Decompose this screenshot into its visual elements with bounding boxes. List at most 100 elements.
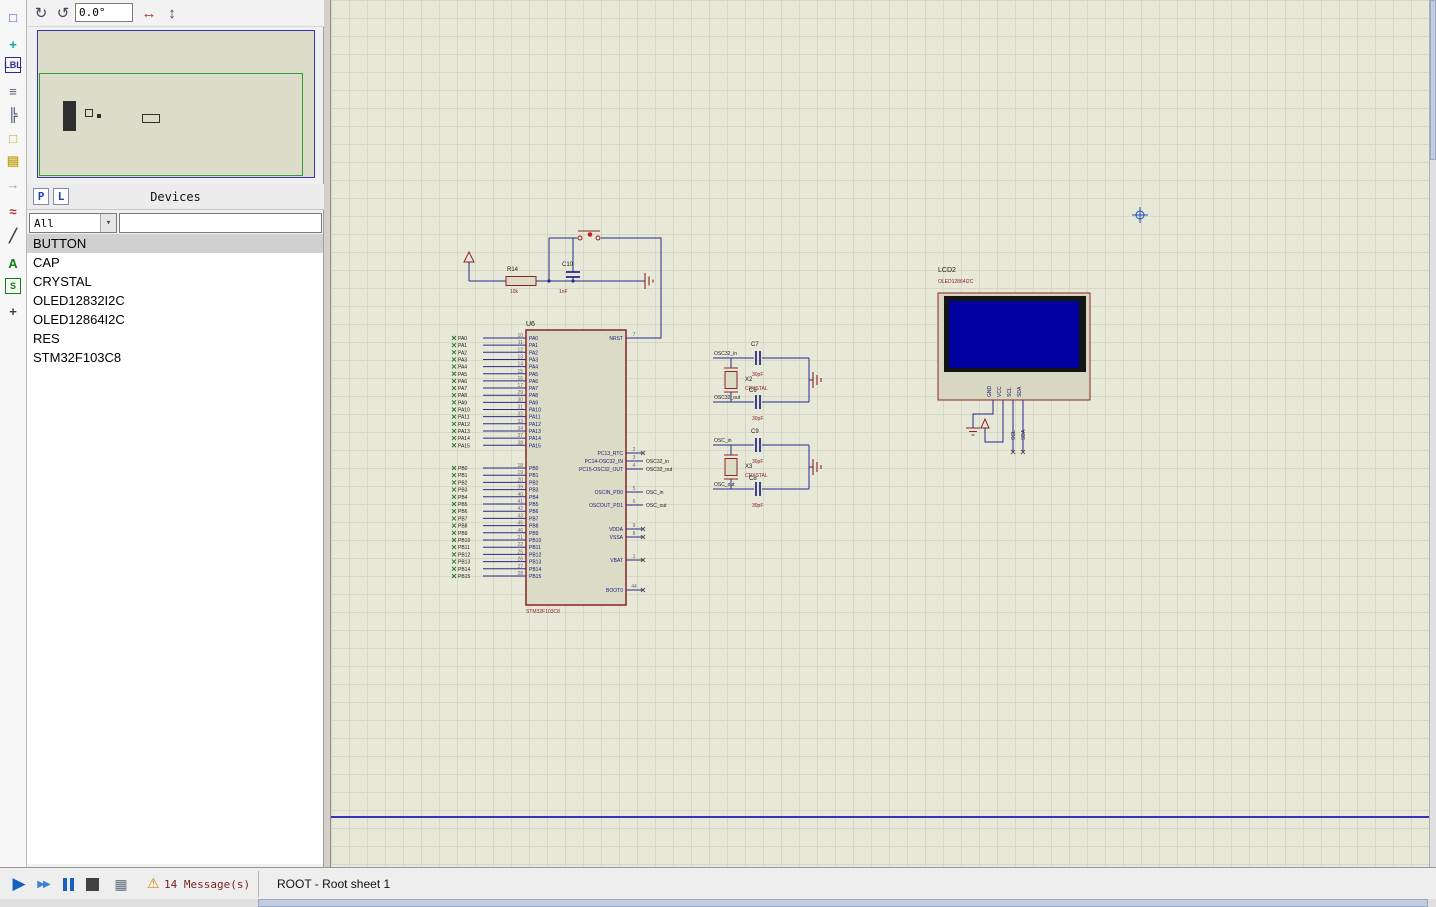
button-indicator-dot[interactable] bbox=[587, 232, 593, 237]
symbol-tool[interactable]: S bbox=[5, 278, 21, 294]
svg-text:PB15: PB15 bbox=[529, 574, 541, 580]
crystal-x2[interactable] bbox=[724, 371, 738, 389]
netlist-viewer-button[interactable]: ▦ bbox=[110, 873, 132, 895]
mcu-u6[interactable]: U6 STM32F103C8 PA0 10 PA0PA1 11 PA1PA2 12 PA2P… bbox=[451, 321, 673, 615]
crystal-x3-circuit[interactable]: OSC_in C9 30pF OSC_out C8 30pF X3 CRYSTA… bbox=[713, 429, 822, 509]
device-list-item[interactable]: OLED12864I2C bbox=[27, 310, 323, 329]
power-terminal-icon bbox=[463, 250, 475, 263]
svg-text:BOOT0: BOOT0 bbox=[606, 588, 623, 594]
crystal-x2-circuit[interactable]: OSC32_in C7 30pF OSC32_out C6 30pF X2 CR… bbox=[713, 342, 822, 422]
crystal-ref-label: X2 bbox=[745, 377, 753, 383]
svg-text:42: 42 bbox=[517, 506, 523, 512]
svg-text:PA1: PA1 bbox=[529, 343, 538, 349]
svg-text:PB3: PB3 bbox=[458, 488, 468, 494]
device-list-item[interactable]: BUTTON bbox=[27, 234, 323, 253]
wire-label-tool[interactable]: LBL bbox=[4, 57, 22, 73]
svg-text:9: 9 bbox=[633, 523, 636, 529]
device-filter-input[interactable] bbox=[119, 213, 322, 233]
netlist-icon: ▦ bbox=[114, 875, 128, 892]
graph-tool[interactable]: ≈ bbox=[2, 200, 24, 222]
message-count-label[interactable]: 14 Message(s) bbox=[164, 878, 250, 891]
svg-text:PB12: PB12 bbox=[458, 552, 470, 558]
pause-button[interactable] bbox=[57, 873, 79, 895]
mirror-horizontal-button[interactable]: ↔ bbox=[139, 3, 159, 23]
svg-text:25: 25 bbox=[517, 549, 523, 555]
device-list-item[interactable]: OLED12832I2C bbox=[27, 291, 323, 310]
net-label: OSC_out bbox=[714, 482, 735, 488]
lcd-ref-label: LCD2 bbox=[938, 267, 956, 274]
svg-text:PB14: PB14 bbox=[458, 567, 470, 573]
svg-text:14: 14 bbox=[517, 362, 523, 368]
edit-window-tool[interactable]: □ bbox=[2, 6, 24, 28]
svg-text:PA1: PA1 bbox=[458, 343, 467, 349]
play-button[interactable]: ▶ bbox=[8, 873, 30, 895]
device-list-item[interactable]: CRYSTAL bbox=[27, 272, 323, 291]
overview-part-mark bbox=[97, 114, 101, 118]
svg-text:33: 33 bbox=[517, 419, 523, 425]
svg-text:PA0: PA0 bbox=[529, 336, 538, 342]
resistor-r14[interactable] bbox=[505, 276, 537, 286]
svg-text:PB13: PB13 bbox=[458, 560, 470, 566]
svg-text:PA11: PA11 bbox=[529, 415, 541, 421]
step-button[interactable]: ▶▶ bbox=[32, 873, 54, 895]
crystal-x3[interactable] bbox=[724, 458, 738, 476]
svg-text:46: 46 bbox=[517, 528, 523, 534]
rotation-angle-input[interactable] bbox=[75, 3, 133, 22]
devices-header: P L Devices bbox=[27, 184, 324, 210]
vertical-scrollbar[interactable] bbox=[1429, 0, 1436, 867]
svg-text:11: 11 bbox=[518, 340, 523, 346]
svg-text:PA2: PA2 bbox=[458, 350, 467, 356]
resistor-value-label: 10k bbox=[510, 289, 519, 295]
terminal-tool[interactable]: ▤ bbox=[2, 150, 24, 172]
device-list-item[interactable]: STM32F103C8 bbox=[27, 348, 323, 367]
reset-circuit[interactable]: R14 10k C10 1nF bbox=[463, 230, 662, 339]
library-button[interactable]: L bbox=[53, 188, 69, 205]
stop-button[interactable] bbox=[81, 873, 103, 895]
cap-value-label: 30pF bbox=[752, 416, 763, 422]
device-list-item[interactable]: CAP bbox=[27, 253, 323, 272]
net-label: OSC32_in bbox=[714, 351, 737, 357]
pick-devices-button[interactable]: P bbox=[33, 188, 49, 205]
lcd2-oled[interactable]: LCD2 OLED12864I2C GND VCC SCL SDA SCL SDA bbox=[937, 267, 1091, 455]
svg-text:20: 20 bbox=[517, 477, 523, 483]
svg-text:PB10: PB10 bbox=[529, 538, 541, 544]
horizontal-scrollbar-thumb[interactable] bbox=[258, 899, 1428, 907]
rotate-clockwise-button[interactable]: ↻ bbox=[31, 3, 51, 23]
device-filter-select[interactable]: All ▾ bbox=[29, 213, 117, 233]
net-label: OSC32_out bbox=[714, 395, 741, 401]
text-tool[interactable]: A bbox=[2, 252, 24, 274]
schematic-overview[interactable] bbox=[37, 30, 315, 178]
device-pin-tool[interactable]: → bbox=[2, 173, 24, 195]
orient-toolbar: ↻ ↺ ↔ ↕ bbox=[27, 0, 324, 27]
rotate-counterclockwise-button[interactable]: ↺ bbox=[53, 3, 73, 23]
svg-text:PB13: PB13 bbox=[529, 560, 541, 566]
svg-text:PA6: PA6 bbox=[458, 379, 467, 385]
svg-text:PB1: PB1 bbox=[458, 473, 468, 479]
tape-recorder-tool[interactable]: ╱ bbox=[2, 225, 24, 247]
mirror-vertical-button[interactable]: ↕ bbox=[162, 3, 182, 23]
svg-text:PB0: PB0 bbox=[529, 466, 539, 472]
marker-tool[interactable]: + bbox=[2, 300, 24, 322]
mcu-portb-pins: PB0 18 PB0PB1 19 PB1PB2 20 PB2PB3 39 PB3PB4 40 PB4… bbox=[451, 463, 541, 580]
svg-text:41: 41 bbox=[517, 499, 523, 505]
svg-text:39: 39 bbox=[517, 485, 523, 491]
device-list-item[interactable]: RES bbox=[27, 329, 323, 348]
net-label: OSC_in bbox=[714, 438, 732, 444]
selection-tool[interactable]: + bbox=[2, 33, 24, 55]
bus-tool[interactable]: ╠ bbox=[2, 103, 24, 125]
svg-text:SCL: SCL bbox=[1007, 387, 1013, 397]
horizontal-scrollbar[interactable] bbox=[0, 899, 1436, 907]
crystal-value-label: CRYSTAL bbox=[745, 386, 768, 392]
svg-text:26: 26 bbox=[517, 557, 523, 563]
svg-text:PA3: PA3 bbox=[529, 357, 538, 363]
subcircuit-tool[interactable]: □ bbox=[2, 127, 24, 149]
lcd-screen bbox=[949, 301, 1079, 368]
cap-ref-label: C9 bbox=[751, 429, 759, 435]
text-script-tool[interactable]: ≡ bbox=[2, 80, 24, 102]
vertical-scrollbar-thumb[interactable] bbox=[1430, 0, 1436, 160]
crystal-value-label: CRYSTAL bbox=[745, 473, 768, 479]
svg-text:PA15: PA15 bbox=[458, 443, 470, 449]
schematic-canvas[interactable]: R14 10k C10 1nF U6 STM32F103C8 PA0 10 PA0 P… bbox=[330, 0, 1430, 867]
svg-text:PA14: PA14 bbox=[458, 436, 470, 442]
lcd-value-label: OLED12864I2C bbox=[938, 279, 974, 285]
